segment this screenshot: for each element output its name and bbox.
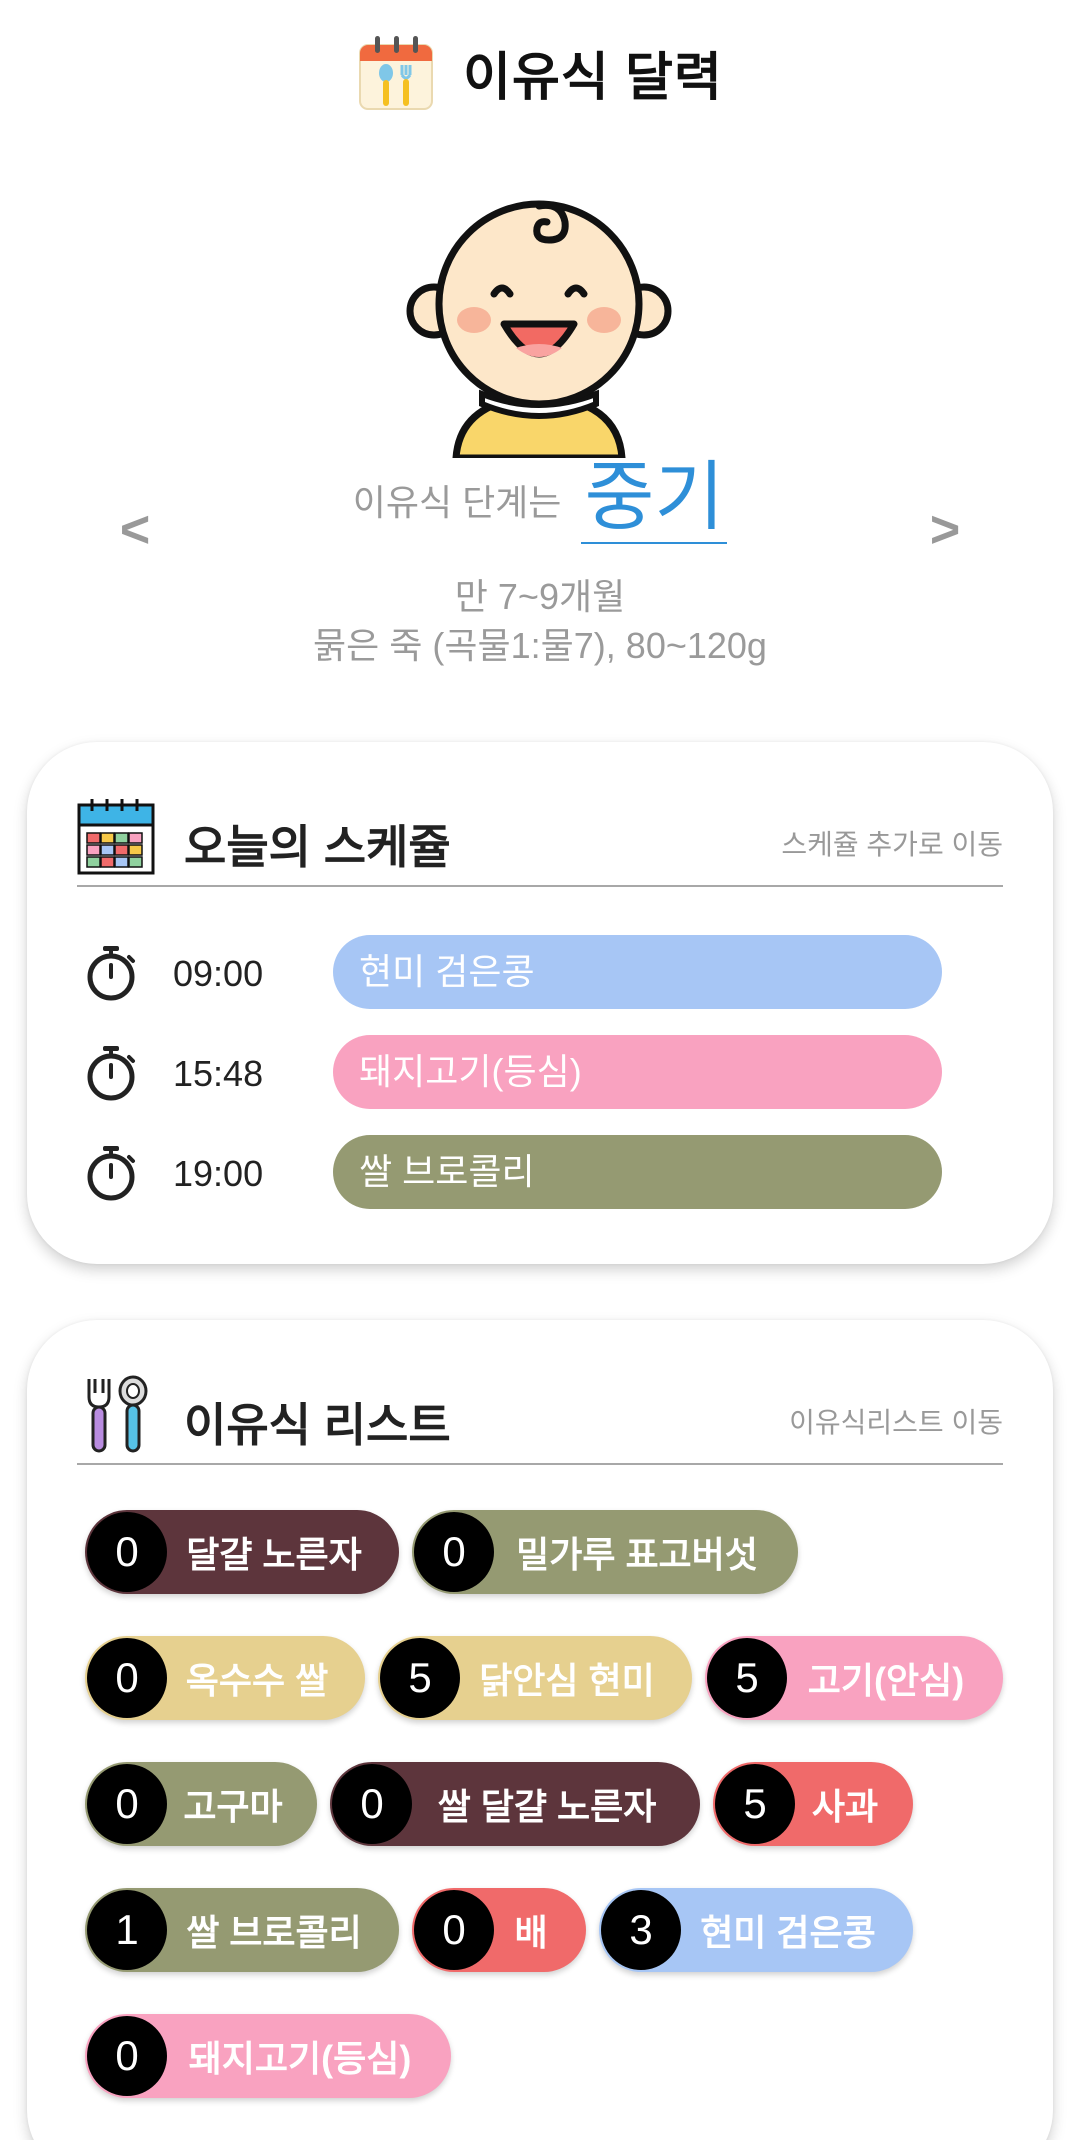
food-chip[interactable]: 5 사과 xyxy=(713,1762,913,1846)
food-name: 닭안심 현미 xyxy=(479,1660,655,1701)
stopwatch-icon xyxy=(83,1145,139,1201)
food-count-badge: 0 xyxy=(414,1890,494,1970)
food-count-badge: 0 xyxy=(87,1764,167,1844)
food-chip[interactable]: 3 현미 검은콩 xyxy=(599,1888,913,1972)
calendar-icon xyxy=(77,797,155,875)
next-stage-button[interactable]: > xyxy=(915,495,975,565)
food-list-link[interactable]: 이유식리스트 이동 xyxy=(789,1401,1003,1441)
food-list-title: 이유식 리스트 xyxy=(184,1399,451,1451)
schedule-row[interactable]: 19:00 쌀 브로콜리 xyxy=(83,1135,943,1209)
food-name: 밀가루 표고버섯 xyxy=(516,1534,758,1575)
food-name: 현미 검은콩 xyxy=(700,1912,876,1953)
food-count-badge: 0 xyxy=(414,1512,494,1592)
schedule-food-pill[interactable]: 돼지고기(등심) xyxy=(333,1035,942,1109)
food-count-badge: 5 xyxy=(707,1638,787,1718)
food-chip[interactable]: 0 고구마 xyxy=(85,1762,317,1846)
food-chip[interactable]: 0 밀가루 표고버섯 xyxy=(412,1510,798,1594)
food-name: 쌀 브로콜리 xyxy=(186,1912,362,1953)
stage-prefix: 이유식 단계는 xyxy=(352,481,562,523)
schedule-food-pill[interactable]: 현미 검은콩 xyxy=(333,935,942,1009)
food-chip[interactable]: 5 닭안심 현미 xyxy=(378,1636,692,1720)
food-chip[interactable]: 0 배 xyxy=(412,1888,586,1972)
stage-age-range: 만 7~9개월 xyxy=(454,576,626,617)
schedule-time: 15:48 xyxy=(173,1053,264,1094)
food-name: 옥수수 쌀 xyxy=(185,1660,329,1701)
food-count-badge: 0 xyxy=(87,1512,167,1592)
food-chip[interactable]: 0 옥수수 쌀 xyxy=(85,1636,365,1720)
food-chip[interactable]: 1 쌀 브로콜리 xyxy=(85,1888,399,1972)
food-count-badge: 5 xyxy=(380,1638,460,1718)
app-title: 이유식 달력 xyxy=(463,49,723,107)
food-chip[interactable]: 0 달걀 노른자 xyxy=(85,1510,399,1594)
food-chip[interactable]: 0 돼지고기(등심) xyxy=(85,2014,451,2098)
stopwatch-icon xyxy=(83,945,139,1001)
food-count-badge: 5 xyxy=(715,1764,795,1844)
food-name: 달걀 노른자 xyxy=(186,1534,362,1575)
schedule-time: 19:00 xyxy=(173,1153,264,1194)
app-header: 이유식 달력 xyxy=(0,30,1080,115)
food-name: 고기(안심) xyxy=(807,1660,965,1701)
food-name: 돼지고기(등심) xyxy=(188,2038,412,2079)
food-chip[interactable]: 5 고기(안심) xyxy=(705,1636,1003,1720)
schedule-card-header: 오늘의 스케쥴 스케쥴 추가로 이동 xyxy=(77,797,1003,887)
fork-spoon-icon xyxy=(77,1375,155,1453)
stage-description: 묽은 죽 (곡물1:물7), 80~120g xyxy=(313,625,767,666)
food-name: 쌀 달걀 노른자 xyxy=(437,1786,657,1827)
calendar-spoon-icon xyxy=(357,33,435,113)
stage-name[interactable]: 중기 xyxy=(581,458,728,544)
baby-face-icon xyxy=(404,196,674,462)
food-count-badge: 1 xyxy=(87,1890,167,1970)
food-count-badge: 0 xyxy=(87,1638,167,1718)
food-count-badge: 0 xyxy=(87,2016,167,2096)
schedule-add-link[interactable]: 스케쥴 추가로 이동 xyxy=(781,823,1003,863)
food-name: 사과 xyxy=(811,1786,879,1827)
food-count-badge: 3 xyxy=(601,1890,681,1970)
schedule-title: 오늘의 스케쥴 xyxy=(184,821,451,873)
schedule-card: 오늘의 스케쥴 스케쥴 추가로 이동 09:00 현미 검은콩 15:48 돼지… xyxy=(27,742,1053,1264)
food-list-card: 이유식 리스트 이유식리스트 이동 0 달걀 노른자 0 밀가루 표고버섯 0 … xyxy=(27,1320,1053,2140)
schedule-time: 09:00 xyxy=(173,953,264,994)
food-name: 고구마 xyxy=(183,1786,283,1827)
food-name: 배 xyxy=(514,1912,548,1953)
schedule-row[interactable]: 15:48 돼지고기(등심) xyxy=(83,1035,943,1109)
stopwatch-icon xyxy=(83,1045,139,1101)
food-list-card-header: 이유식 리스트 이유식리스트 이동 xyxy=(77,1375,1003,1465)
food-count-badge: 0 xyxy=(332,1764,412,1844)
food-chip[interactable]: 0 쌀 달걀 노른자 xyxy=(330,1762,700,1846)
schedule-food-pill[interactable]: 쌀 브로콜리 xyxy=(333,1135,942,1209)
schedule-row[interactable]: 09:00 현미 검은콩 xyxy=(83,935,943,1009)
